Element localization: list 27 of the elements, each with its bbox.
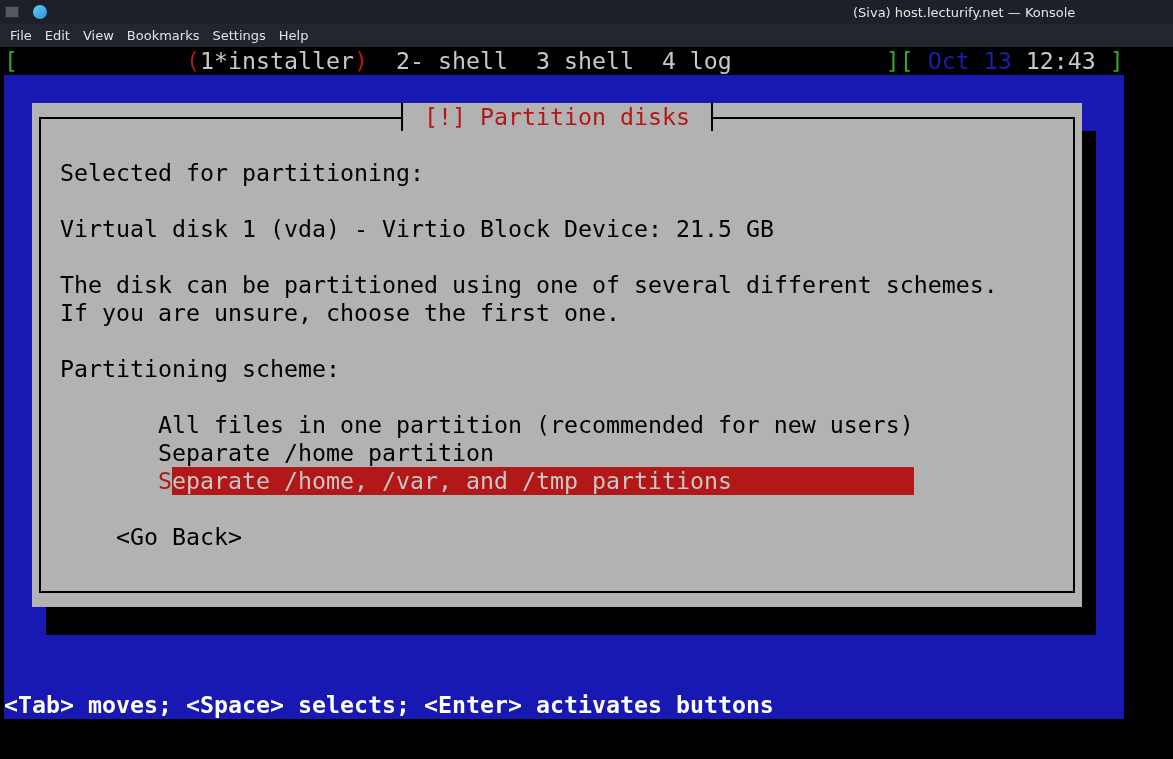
- menu-option[interactable]: Separate /home partition: [157, 439, 914, 467]
- dialog-title: [!] Partition disks: [401, 103, 713, 131]
- menu-item[interactable]: Edit: [38, 28, 76, 43]
- menu-item[interactable]: Bookmarks: [120, 28, 206, 43]
- description: The disk can be partitioned using one of several different schemes. If you are unsure, choose the first one.: [60, 271, 998, 327]
- screen-window-tab[interactable]: 4 log: [661, 47, 732, 75]
- screen-window-tab[interactable]: 2- shell: [395, 47, 508, 75]
- help-text: <Tab> moves; <Space> selects; <Enter> activates buttons: [4, 691, 775, 719]
- terminal-icon: [5, 6, 19, 18]
- label: Partitioning scheme:: [60, 355, 340, 383]
- clock: 12:43: [1025, 47, 1096, 75]
- bracket: [: [4, 47, 18, 75]
- go-back-button[interactable]: <Go Back>: [116, 523, 242, 551]
- menu-item[interactable]: File: [4, 28, 38, 43]
- app-icon[interactable]: [33, 5, 47, 19]
- menu-item[interactable]: Help: [272, 28, 315, 43]
- disk-name: Virtual disk 1 (vda) - Virtio Block Device: 21.5 GB: [60, 215, 774, 243]
- window-title: (Siva) host.lecturify.net — Konsole: [853, 4, 1076, 20]
- date: Oct 13: [927, 47, 1012, 75]
- menu-option[interactable]: All files in one partition (recommended for new users): [157, 411, 914, 439]
- screen-window-tab[interactable]: (1*installer): [185, 47, 368, 75]
- menu-item[interactable]: Settings: [206, 28, 272, 43]
- screen-window-tab[interactable]: 3 shell: [535, 47, 634, 75]
- menu-item[interactable]: View: [76, 28, 120, 43]
- label: Selected for partitioning:: [60, 159, 424, 187]
- bracket: ]: [1109, 47, 1124, 75]
- bracket: ][: [885, 47, 914, 75]
